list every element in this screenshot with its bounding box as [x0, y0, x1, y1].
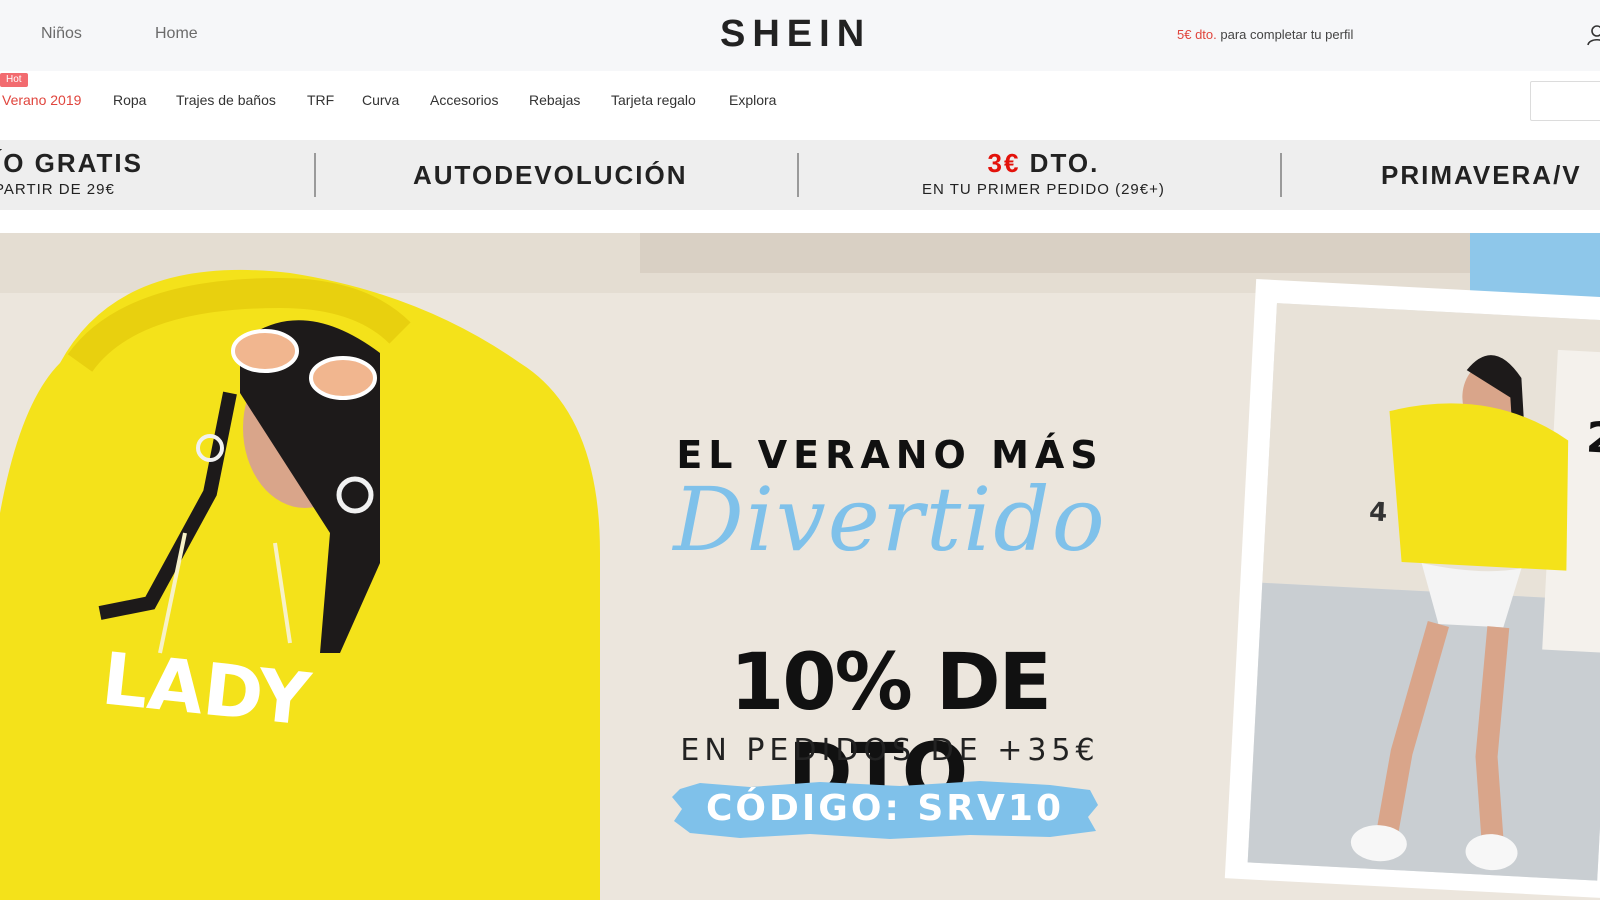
benefit-discount-sub: EN TU PRIMER PEDIDO (29€+)	[922, 181, 1165, 198]
benefit-free-shipping[interactable]: ÍO GRATIS PARTIR DE 29€	[0, 148, 143, 210]
cat-curva[interactable]: Curva	[362, 92, 399, 108]
promo-discount: 5€ dto.	[1177, 27, 1217, 42]
shein-logo[interactable]: SHEIN	[720, 13, 871, 56]
divider	[314, 153, 316, 197]
benefit-discount-title: DTO.	[1020, 148, 1100, 178]
cat-ropa[interactable]: Ropa	[113, 92, 146, 108]
category-nav: Hot Verano 2019 Ropa Trajes de baños TRF…	[0, 71, 1600, 128]
hot-badge: Hot	[0, 73, 28, 87]
promo-code-badge: CÓDIGO: SRV10	[670, 781, 1100, 839]
cat-verano-2019[interactable]: Verano 2019	[2, 92, 81, 108]
profile-promo[interactable]: 5€ dto. para completar tu perfil	[1177, 27, 1353, 42]
nav-link-home[interactable]: Home	[155, 25, 198, 43]
user-icon[interactable]	[1587, 24, 1600, 46]
court-number-4: 4	[1368, 497, 1388, 528]
benefit-shipping-title: ÍO GRATIS	[0, 148, 143, 178]
cat-rebajas[interactable]: Rebajas	[529, 92, 580, 108]
court-number-2: 2	[1585, 413, 1600, 463]
benefit-season-title: PRIMAVERA/V	[1381, 160, 1582, 190]
benefits-strip: ÍO GRATIS PARTIR DE 29€ AUTODEVOLUCIÓN 3…	[0, 140, 1600, 210]
top-bar: Niños Home SHEIN 5€ dto. para completar …	[0, 0, 1600, 71]
benefit-discount-amount: 3€	[987, 148, 1021, 178]
benefit-shipping-sub: PARTIR DE 29€	[0, 181, 115, 198]
benefit-season[interactable]: PRIMAVERA/V	[1381, 160, 1582, 210]
promo-text: para completar tu perfil	[1216, 27, 1354, 42]
promo-code-text: CÓDIGO: SRV10	[706, 788, 1064, 829]
benefit-return-title: AUTODEVOLUCIÓN	[413, 160, 688, 190]
cat-explora[interactable]: Explora	[729, 92, 776, 108]
benefit-first-order-discount[interactable]: 3€ DTO. EN TU PRIMER PEDIDO (29€+)	[922, 148, 1165, 210]
cat-trf[interactable]: TRF	[307, 92, 334, 108]
divider	[1280, 153, 1282, 197]
divider	[797, 153, 799, 197]
cat-tarjeta-regalo[interactable]: Tarjeta regalo	[611, 92, 696, 108]
benefit-autodevolucion[interactable]: AUTODEVOLUCIÓN	[413, 160, 688, 210]
hero-condition: EN PEDIDOS DE +35€	[680, 733, 1100, 768]
cat-accesorios[interactable]: Accesorios	[430, 92, 498, 108]
nav-link-ninos[interactable]: Niños	[41, 25, 82, 43]
hero-banner[interactable]: LADY 4 2 EL VERANO MÁS Divertido 10% DE …	[0, 233, 1600, 900]
search-input[interactable]	[1530, 81, 1600, 121]
hero-script-title: Divertido	[673, 468, 1107, 571]
cat-trajes-de-banos[interactable]: Trajes de baños	[176, 92, 276, 108]
